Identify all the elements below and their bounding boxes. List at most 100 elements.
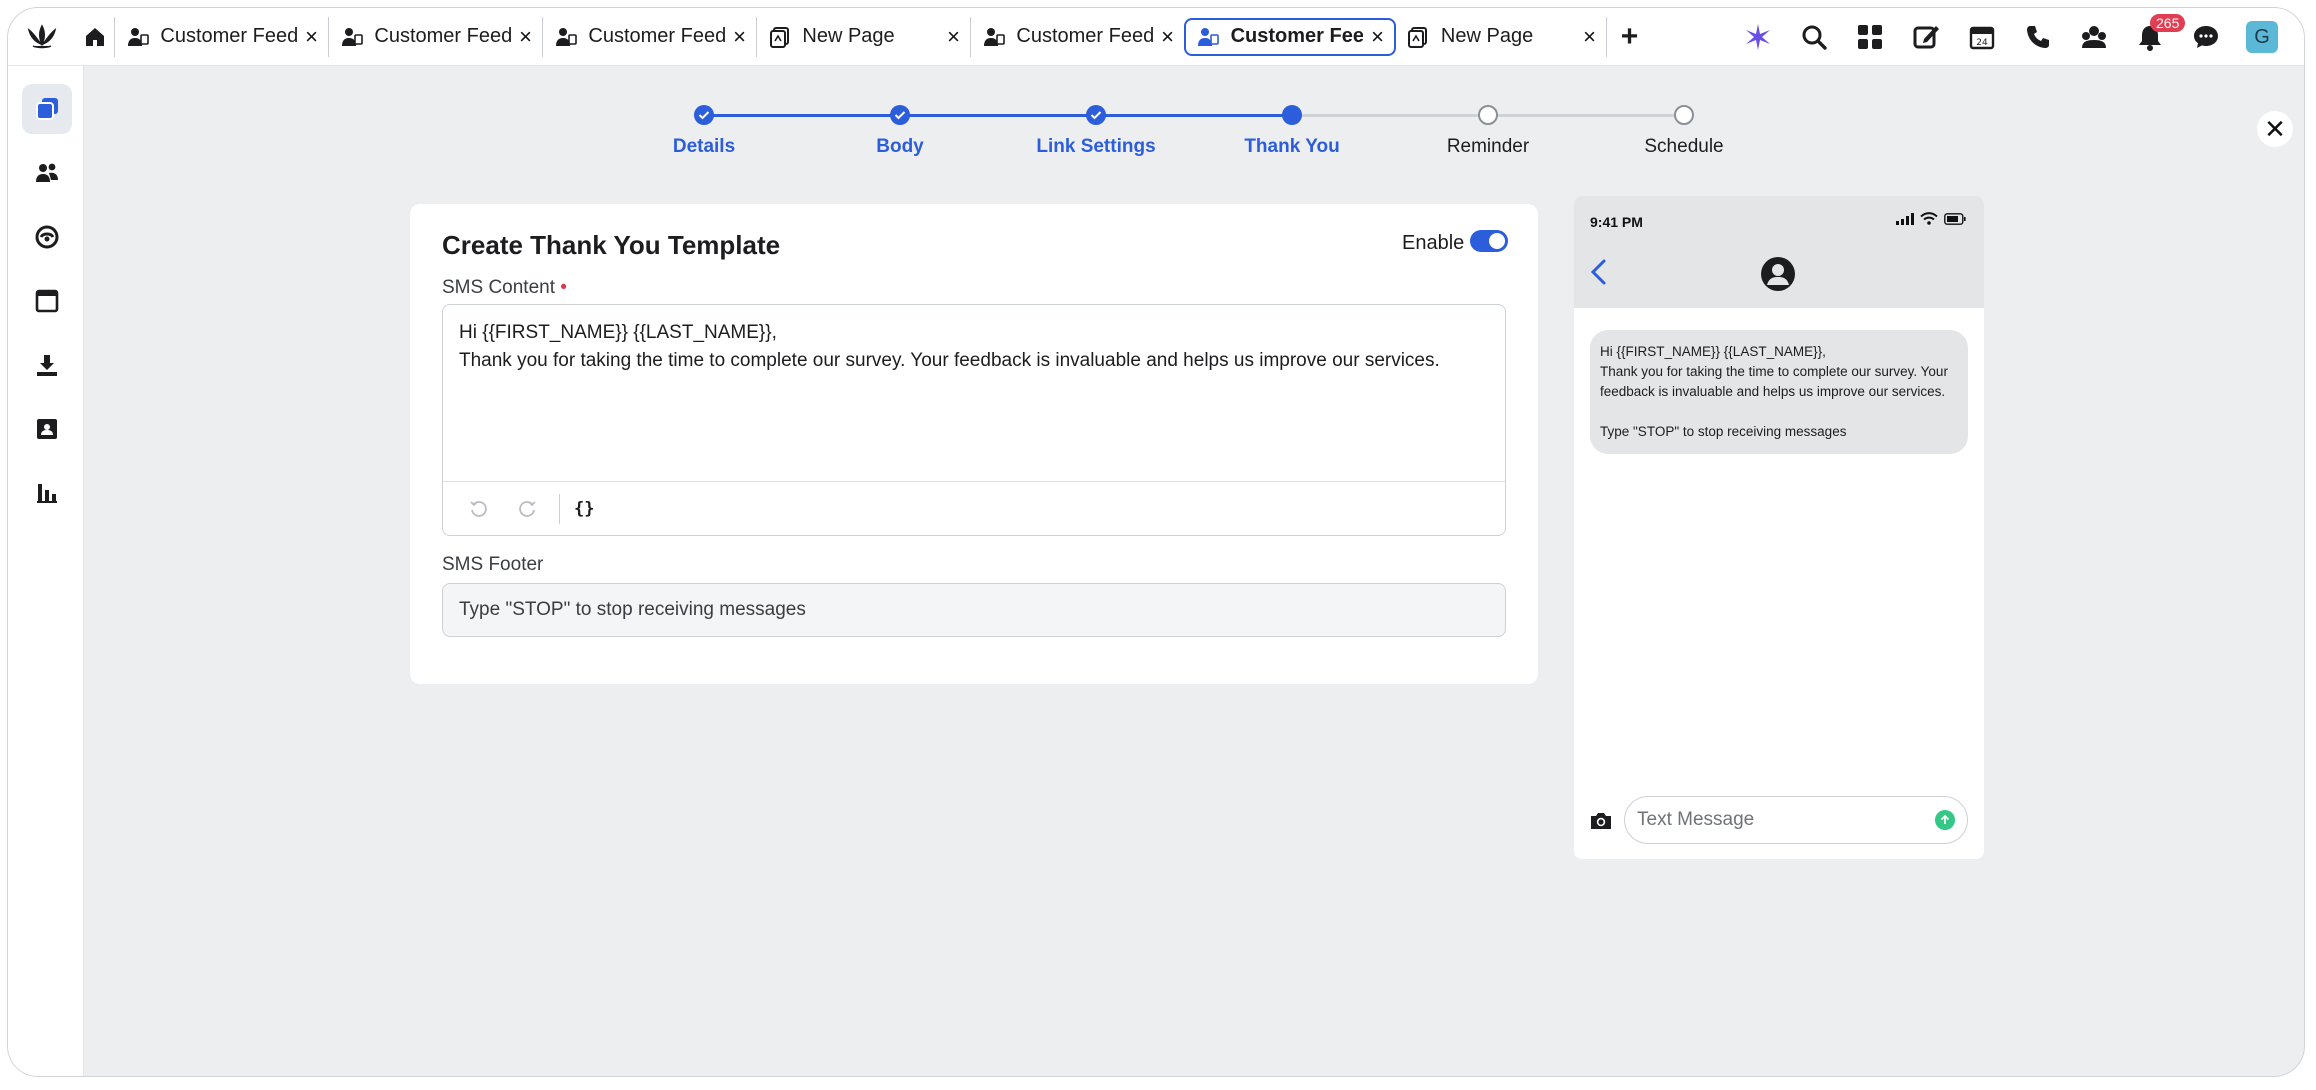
survey-person-icon	[125, 24, 150, 50]
step-label-schedule[interactable]: Schedule	[1644, 136, 1723, 158]
send-arrow-icon[interactable]	[1935, 810, 1955, 830]
tab-close-button[interactable]: ×	[733, 24, 746, 50]
phone-header: 9:41 PM	[1574, 196, 1984, 308]
message-bubble: Hi {{FIRST_NAME}} {{LAST_NAME}}, Thank y…	[1590, 330, 1968, 454]
step-details-check-icon[interactable]	[694, 105, 714, 125]
ai-sparkle-icon[interactable]	[1730, 8, 1786, 66]
tab-label: Customer Feed	[1230, 25, 1364, 47]
toggle-knob	[1489, 233, 1505, 249]
apps-grid-icon[interactable]	[1842, 8, 1898, 66]
app-logo-icon[interactable]	[8, 8, 76, 66]
sms-content-editor[interactable]: Hi {{FIRST_NAME}} {{LAST_NAME}}, Thank y…	[442, 304, 1506, 536]
tab-new-page-1[interactable]: New Page ×	[756, 16, 970, 57]
tab-close-button[interactable]: ×	[1583, 24, 1596, 50]
survey-person-icon	[1196, 24, 1221, 50]
redo-icon[interactable]	[509, 491, 545, 527]
close-wizard-button[interactable]: ✕	[2257, 111, 2293, 147]
sms-content-text[interactable]: Hi {{FIRST_NAME}} {{LAST_NAME}}, Thank y…	[459, 319, 1489, 375]
wifi-icon	[1920, 212, 1938, 225]
insert-variable-button[interactable]: {}	[574, 499, 594, 519]
step-label-link-settings[interactable]: Link Settings	[1036, 136, 1155, 158]
signal-icon	[1896, 212, 1914, 225]
tab-customer-feedback-4[interactable]: Customer Feedb ×	[970, 16, 1184, 57]
sms-footer-label: SMS Footer	[442, 554, 544, 575]
left-nav-rail	[8, 66, 84, 1076]
tab-customer-feedback-2[interactable]: Customer Feedb ×	[328, 16, 542, 57]
tab-customer-feedback-active[interactable]: Customer Feed ×	[1184, 17, 1396, 56]
tab-close-button[interactable]: ×	[1371, 24, 1384, 50]
text-message-placeholder: Text Message	[1637, 809, 1755, 830]
tab-label: Customer Feedb	[160, 25, 298, 47]
tab-label: New Page	[802, 25, 895, 47]
required-marker: •	[560, 277, 567, 298]
step-label-reminder[interactable]: Reminder	[1447, 136, 1529, 158]
sms-content-label: SMS Content •	[442, 277, 567, 299]
survey-person-icon	[339, 24, 364, 50]
undo-icon[interactable]	[461, 491, 497, 527]
camera-icon[interactable]	[1588, 810, 1614, 837]
page-icon	[767, 24, 792, 50]
surveys-nav-icon[interactable]	[22, 84, 72, 134]
search-icon[interactable]	[1786, 8, 1842, 66]
close-icon: ✕	[2264, 113, 2286, 144]
tab-label: Customer Feedb	[1016, 25, 1154, 47]
step-label-body[interactable]: Body	[876, 136, 924, 158]
new-tab-button[interactable]: +	[1606, 16, 1639, 57]
plus-icon: +	[1620, 19, 1639, 53]
toolbar-divider	[559, 493, 560, 524]
enable-toggle[interactable]	[1470, 230, 1508, 252]
phone-time: 9:41 PM	[1590, 214, 1643, 230]
home-icon[interactable]	[76, 17, 114, 57]
tab-label: New Page	[1440, 25, 1534, 47]
sms-footer-input[interactable]: Type "STOP" to stop receiving messages	[442, 583, 1506, 637]
sms-content-label-text: SMS Content	[442, 277, 555, 298]
contacts-nav-icon[interactable]	[22, 148, 72, 198]
download-nav-icon[interactable]	[22, 340, 72, 390]
tab-close-button[interactable]: ×	[519, 24, 532, 50]
tab-label: Customer Feedb	[588, 25, 726, 47]
phone-icon[interactable]	[2010, 8, 2066, 66]
tab-close-button[interactable]: ×	[947, 24, 960, 50]
notifications-bell-icon[interactable]: 265	[2122, 8, 2186, 66]
app-window: Customer Feedb × Customer Feedb × Custom…	[8, 8, 2304, 1076]
calendar-icon[interactable]: 24	[1954, 8, 2010, 66]
editor-toolbar: {}	[443, 481, 1505, 535]
listening-nav-icon[interactable]	[22, 212, 72, 262]
contact-avatar-icon	[1760, 256, 1796, 297]
tab-customer-feedback-1[interactable]: Customer Feedb ×	[114, 16, 328, 57]
step-reminder-dot[interactable]	[1478, 105, 1498, 125]
card-title: Create Thank You Template	[442, 230, 781, 260]
avatar-initial: G	[2246, 21, 2278, 53]
step-body-check-icon[interactable]	[890, 105, 910, 125]
chat-icon[interactable]	[2178, 8, 2234, 66]
step-label-thank-you[interactable]: Thank You	[1244, 136, 1339, 158]
top-tab-bar: Customer Feedb × Customer Feedb × Custom…	[8, 8, 2304, 66]
top-actions: 24 265 G	[1730, 8, 2290, 66]
tab-label: Customer Feedb	[374, 25, 512, 47]
step-link-settings-check-icon[interactable]	[1086, 105, 1106, 125]
compose-icon[interactable]	[1898, 8, 1954, 66]
step-schedule-dot[interactable]	[1674, 105, 1694, 125]
phone-status-icons	[1896, 212, 1966, 225]
text-message-input[interactable]: Text Message	[1624, 796, 1968, 844]
step-thank-you-dot[interactable]	[1282, 105, 1302, 125]
tab-new-page-2[interactable]: New Page ×	[1396, 17, 1606, 57]
battery-icon	[1944, 212, 1966, 225]
survey-person-icon	[553, 24, 578, 50]
enable-label: Enable	[1402, 232, 1465, 254]
user-avatar[interactable]: G	[2234, 8, 2290, 66]
reports-nav-icon[interactable]	[22, 468, 72, 518]
team-icon[interactable]	[2066, 8, 2122, 66]
tab-close-button[interactable]: ×	[305, 24, 318, 50]
window-nav-icon[interactable]	[22, 276, 72, 326]
back-chevron-icon[interactable]	[1588, 258, 1610, 291]
step-label-details[interactable]: Details	[673, 136, 735, 158]
survey-person-icon	[981, 24, 1006, 50]
tab-close-button[interactable]: ×	[1161, 24, 1174, 50]
sms-phone-preview: 9:41 PM Hi {{FIRST_NAME}} {{LAST_NAME}},…	[1574, 196, 1984, 859]
svg-text:24: 24	[1976, 38, 1988, 48]
tab-customer-feedback-3[interactable]: Customer Feedb ×	[542, 16, 756, 57]
directory-nav-icon[interactable]	[22, 404, 72, 454]
stepper-progress-line	[704, 114, 1292, 117]
page-icon	[1406, 24, 1431, 50]
